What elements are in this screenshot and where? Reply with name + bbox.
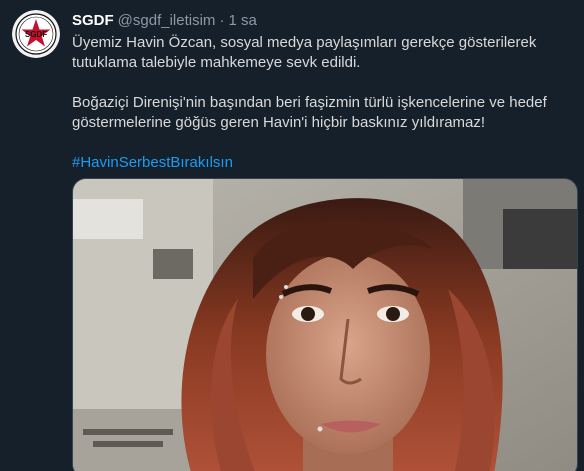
portrait-photo-image	[73, 179, 577, 471]
author-display-name[interactable]: SGDF	[72, 11, 114, 31]
sgdf-logo-icon: SGDF	[12, 10, 60, 58]
tweet-text: Üyemiz Havin Özcan, sosyal medya paylaşı…	[72, 33, 572, 173]
tweet-card[interactable]: SGDF SGDF @sgdf_iletisim · 1 sa Üyemiz H…	[0, 0, 584, 471]
avatar[interactable]: SGDF	[12, 10, 60, 58]
tweet-timestamp[interactable]: 1 sa	[228, 11, 256, 31]
tweet-photo[interactable]	[72, 178, 578, 471]
avatar-logo-text: SGDF	[25, 30, 47, 39]
tweet-header: SGDF @sgdf_iletisim · 1 sa	[72, 11, 257, 31]
tweet-paragraph-1: Üyemiz Havin Özcan, sosyal medya paylaşı…	[72, 34, 537, 71]
hashtag-link[interactable]: #HavinSerbestBırakılsın	[72, 154, 233, 171]
tweet-paragraph-2: Boğaziçi Direnişi'nin başından beri faşi…	[72, 94, 547, 131]
author-handle[interactable]: @sgdf_iletisim	[118, 11, 216, 31]
separator-dot: ·	[219, 12, 225, 29]
